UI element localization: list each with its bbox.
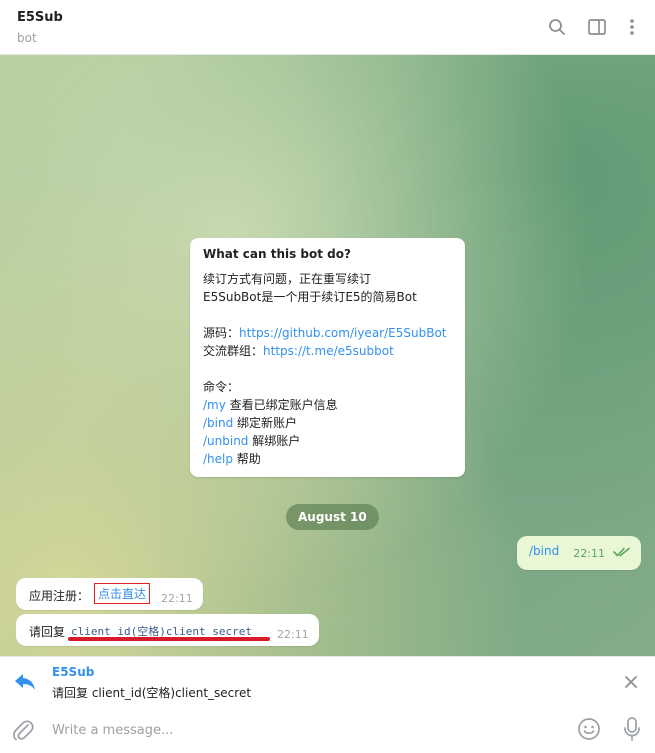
outgoing-message[interactable]: /bind 22:11 bbox=[517, 536, 641, 570]
command-link-unbind[interactable]: /unbind bbox=[203, 434, 248, 448]
message-input[interactable] bbox=[50, 718, 550, 742]
double-check-icon bbox=[613, 546, 631, 561]
chat-area[interactable]: What can this bot do? 续订方式有问题，正在重写续订 E5S… bbox=[0, 55, 655, 656]
source-row: 源码：https://github.com/iyear/E5SubBot bbox=[203, 324, 452, 342]
outgoing-command-link[interactable]: /bind bbox=[529, 544, 559, 558]
incoming-message[interactable]: 应用注册： 点击直达 22:11 bbox=[16, 578, 203, 610]
bot-info-line: E5SubBot是一个用于续订E5的简易Bot bbox=[203, 290, 417, 304]
reply-sender-name: E5Sub bbox=[52, 665, 95, 679]
bot-info-line: 续订方式有问题，正在重写续订 bbox=[203, 272, 372, 286]
source-label: 源码： bbox=[203, 326, 240, 340]
command-row-my: /my 查看已绑定账户信息 bbox=[203, 396, 452, 414]
group-label: 交流群组： bbox=[203, 344, 264, 358]
message-time: 22:11 bbox=[277, 628, 309, 641]
command-desc: 查看已绑定账户信息 bbox=[225, 398, 338, 412]
red-underline-annotation bbox=[68, 637, 270, 641]
chat-header: E5Sub bot bbox=[0, 0, 655, 55]
command-link-my[interactable]: /my bbox=[203, 398, 226, 412]
command-desc: 绑定新账户 bbox=[233, 416, 298, 430]
sidebar-toggle-icon[interactable] bbox=[586, 16, 608, 38]
message-time: 22:11 bbox=[573, 547, 605, 560]
message-text: 应用注册： bbox=[29, 589, 90, 603]
more-options-icon[interactable] bbox=[621, 16, 643, 38]
source-link[interactable]: https://github.com/iyear/E5SubBot bbox=[239, 326, 446, 340]
search-icon[interactable] bbox=[546, 16, 568, 38]
message-time: 22:11 bbox=[161, 592, 193, 605]
group-row: 交流群组：https://t.me/e5subbot bbox=[203, 342, 452, 360]
message-composer bbox=[0, 708, 655, 753]
command-row-unbind: /unbind 解绑账户 bbox=[203, 432, 452, 450]
incoming-message[interactable]: 请回复 client_id(空格)client_secret 22:11 bbox=[16, 614, 319, 646]
reply-arrow-icon bbox=[13, 672, 37, 696]
microphone-icon[interactable] bbox=[622, 716, 642, 746]
command-desc: 解绑账户 bbox=[248, 434, 301, 448]
group-link[interactable]: https://t.me/e5subbot bbox=[263, 344, 394, 358]
attach-icon[interactable] bbox=[12, 718, 34, 746]
commands-label: 命令： bbox=[203, 380, 240, 394]
chat-title[interactable]: E5Sub bbox=[17, 10, 63, 25]
command-row-help: /help 帮助 bbox=[203, 450, 452, 468]
command-link-bind[interactable]: /bind bbox=[203, 416, 233, 430]
reply-preview-text: 请回复 client_id(空格)client_secret bbox=[52, 686, 252, 700]
command-link-help[interactable]: /help bbox=[203, 452, 233, 466]
command-row-bind: /bind 绑定新账户 bbox=[203, 414, 452, 432]
bot-info-title: What can this bot do? bbox=[203, 247, 351, 261]
chat-subtitle: bot bbox=[17, 31, 37, 45]
telegram-chat-window: E5Sub bot What can this bot do? 续订方式有问题，… bbox=[0, 0, 655, 753]
close-icon[interactable] bbox=[624, 674, 638, 693]
register-link[interactable]: 点击直达 bbox=[94, 583, 151, 604]
date-separator: August 10 bbox=[286, 504, 379, 530]
command-desc: 帮助 bbox=[232, 452, 261, 466]
message-text: 请回复 bbox=[29, 625, 66, 639]
bot-info-card: What can this bot do? 续订方式有问题，正在重写续订 E5S… bbox=[190, 238, 465, 477]
reply-preview-bar: E5Sub 请回复 client_id(空格)client_secret bbox=[0, 656, 655, 708]
emoji-icon[interactable] bbox=[577, 717, 601, 745]
